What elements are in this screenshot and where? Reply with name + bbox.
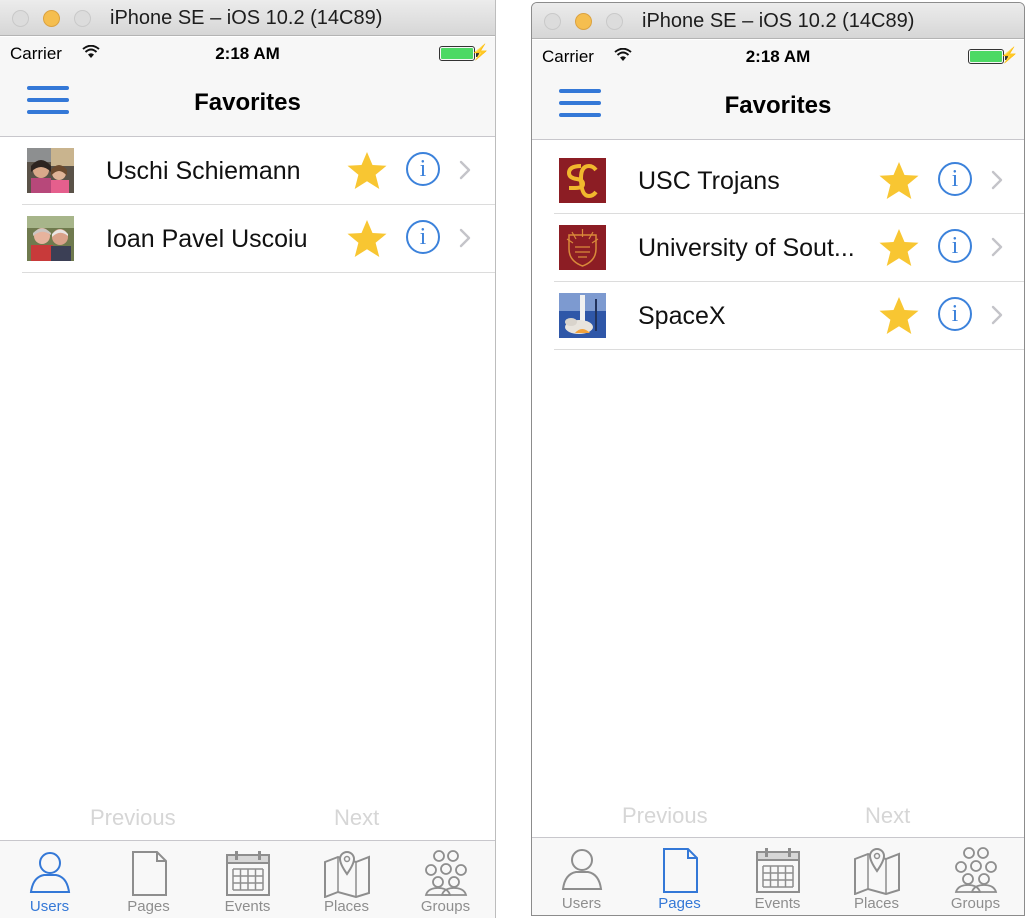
tab-pages[interactable]: Pages xyxy=(630,838,729,915)
group-icon xyxy=(424,850,467,896)
calendar-icon xyxy=(225,851,270,896)
favorite-star-icon[interactable] xyxy=(878,296,920,336)
tab-label: Places xyxy=(853,895,900,912)
list-item[interactable]: Uschi Schiemann i xyxy=(0,137,495,205)
favorite-name: Ioan Pavel Uscoiu xyxy=(106,225,308,253)
profile-photo-thumbnail xyxy=(27,216,74,261)
battery-icon xyxy=(968,49,1004,64)
favorite-name: SpaceX xyxy=(638,302,726,330)
tab-users[interactable]: Users xyxy=(0,841,99,918)
map-icon xyxy=(853,848,900,895)
charging-icon: ⚡ xyxy=(1000,47,1019,64)
tab-label: Events xyxy=(754,895,801,912)
tab-groups[interactable]: Groups xyxy=(396,841,495,918)
favorite-name: Uschi Schiemann xyxy=(106,157,301,185)
charging-icon: ⚡ xyxy=(471,44,490,61)
next-button[interactable]: Next xyxy=(334,805,379,831)
chevron-right-icon[interactable] xyxy=(990,304,1004,326)
profile-photo-thumbnail xyxy=(27,148,74,193)
navigation-bar: Favorites xyxy=(532,72,1024,140)
favorites-list: Uschi Schiemann i Ioan Pavel Uscoiu i xyxy=(0,137,495,273)
chevron-right-icon[interactable] xyxy=(458,159,472,181)
group-icon xyxy=(954,847,997,893)
sc-logo-thumbnail xyxy=(559,158,606,203)
tab-users[interactable]: Users xyxy=(532,838,631,915)
window-titlebar: iPhone SE – iOS 10.2 (14C89) xyxy=(0,0,495,36)
window-title: iPhone SE – iOS 10.2 (14C89) xyxy=(110,7,383,29)
page-title: Favorites xyxy=(724,92,832,119)
previous-button[interactable]: Previous xyxy=(90,805,176,831)
calendar-icon xyxy=(755,848,800,893)
tab-label: Places xyxy=(323,898,370,915)
close-window-button[interactable] xyxy=(12,10,29,27)
info-icon[interactable]: i xyxy=(938,229,972,263)
chevron-right-icon[interactable] xyxy=(990,169,1004,191)
tab-groups[interactable]: Groups xyxy=(926,838,1024,915)
tab-label: Groups xyxy=(420,898,471,915)
usc-seal-thumbnail xyxy=(559,225,606,270)
list-item[interactable]: SpaceX i xyxy=(532,282,1024,350)
info-icon[interactable]: i xyxy=(938,297,972,331)
window-title: iPhone SE – iOS 10.2 (14C89) xyxy=(642,10,915,32)
favorites-list: USC Trojans i University of Sout... i Sp… xyxy=(532,144,1024,350)
list-item[interactable]: Ioan Pavel Uscoiu i xyxy=(0,205,495,273)
simulator-window-pages: iPhone SE – iOS 10.2 (14C89) Carrier 2:1… xyxy=(531,2,1025,916)
navigation-bar: Favorites xyxy=(0,69,495,137)
status-time: 2:18 AM xyxy=(215,44,280,63)
minimize-window-button[interactable] xyxy=(43,10,60,27)
chevron-right-icon[interactable] xyxy=(458,227,472,249)
tab-bar: Users Pages Events Places Groups xyxy=(0,840,495,918)
battery-icon xyxy=(439,46,475,61)
zoom-window-button[interactable] xyxy=(606,13,623,30)
tab-places[interactable]: Places xyxy=(297,841,396,918)
tab-label: Users xyxy=(29,898,70,915)
window-titlebar: iPhone SE – iOS 10.2 (14C89) xyxy=(532,3,1024,39)
page-title: Favorites xyxy=(194,89,301,116)
list-item[interactable]: University of Sout... i xyxy=(532,214,1024,282)
list-item[interactable]: USC Trojans i xyxy=(532,144,1024,214)
page-icon xyxy=(662,848,698,893)
map-icon xyxy=(323,851,370,898)
zoom-window-button[interactable] xyxy=(74,10,91,27)
tab-label: Pages xyxy=(127,898,170,915)
tab-places[interactable]: Places xyxy=(827,838,926,915)
tab-pages[interactable]: Pages xyxy=(99,841,198,918)
page-icon xyxy=(131,851,167,896)
rocket-photo-thumbnail xyxy=(559,293,606,338)
info-icon[interactable]: i xyxy=(938,162,972,196)
user-icon xyxy=(29,852,70,893)
minimize-window-button[interactable] xyxy=(575,13,592,30)
tab-label: Events xyxy=(224,898,271,915)
user-icon xyxy=(561,849,602,890)
simulator-window-users: iPhone SE – iOS 10.2 (14C89) Carrier 2:1… xyxy=(0,0,496,918)
tab-label: Groups xyxy=(950,895,1001,912)
info-icon[interactable]: i xyxy=(406,152,440,186)
favorite-name: USC Trojans xyxy=(638,167,780,195)
favorite-star-icon[interactable] xyxy=(346,151,388,191)
close-window-button[interactable] xyxy=(544,13,561,30)
favorite-star-icon[interactable] xyxy=(346,219,388,259)
favorite-star-icon[interactable] xyxy=(878,228,920,268)
tab-events[interactable]: Events xyxy=(728,838,827,915)
favorite-name: University of Sout... xyxy=(638,234,855,262)
status-time: 2:18 AM xyxy=(745,47,811,66)
status-bar: Carrier 2:18 AM ⚡ xyxy=(0,37,495,69)
chevron-right-icon[interactable] xyxy=(990,236,1004,258)
status-bar: Carrier 2:18 AM ⚡ xyxy=(532,40,1024,72)
previous-button[interactable]: Previous xyxy=(622,803,708,829)
favorite-star-icon[interactable] xyxy=(878,161,920,201)
tab-bar: Users Pages Events Places Groups xyxy=(532,837,1024,915)
tab-label: Pages xyxy=(658,895,701,912)
next-button[interactable]: Next xyxy=(865,803,910,829)
info-icon[interactable]: i xyxy=(406,220,440,254)
tab-label: Users xyxy=(561,895,602,912)
tab-events[interactable]: Events xyxy=(198,841,297,918)
